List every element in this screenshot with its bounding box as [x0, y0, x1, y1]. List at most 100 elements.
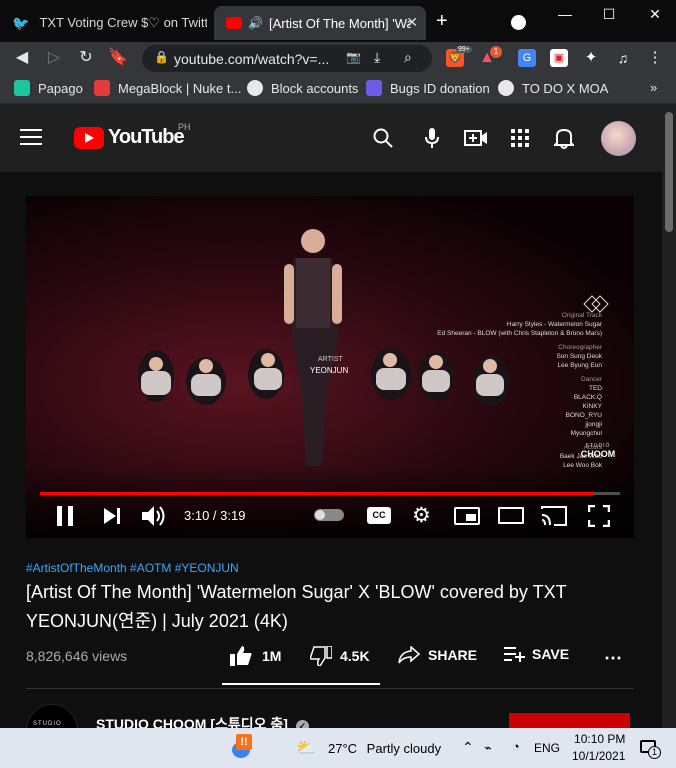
save-button[interactable]: SAVE: [504, 646, 569, 662]
hamburger-menu-icon[interactable]: [20, 129, 42, 145]
translate-icon[interactable]: G: [518, 49, 536, 67]
save-label: SAVE: [532, 646, 570, 662]
close-tab-icon[interactable]: ✕: [406, 14, 418, 31]
credit-heading: Dancer: [581, 376, 602, 383]
list-icon: [366, 80, 382, 96]
minimize-icon[interactable]: —: [550, 6, 580, 28]
browser-toolbar: ◀ ▷ ↻ 🔖 🔒 youtube.com/watch?v=... 📷 ⤓ ⌕ …: [0, 42, 676, 74]
clock-date: 10/1/2021: [572, 749, 626, 763]
theater-mode-icon[interactable]: [498, 507, 524, 524]
credit-line: KINKY: [582, 403, 602, 410]
install-icon[interactable]: ⤓: [374, 49, 380, 66]
scrollbar-thumb[interactable]: [665, 112, 673, 232]
bookmark-icon[interactable]: 🔖: [108, 48, 128, 68]
megablock-icon: [94, 80, 110, 96]
zoom-icon[interactable]: ⌕: [404, 49, 412, 66]
bookmark-papago[interactable]: Papago: [14, 80, 83, 96]
credit-line: TED: [589, 385, 602, 392]
windows-taskbar: !! ⛅ 27°C Partly cloudy ⌃ ⌁ ◔ ENG 10:10 …: [0, 728, 676, 768]
autoplay-toggle[interactable]: [314, 509, 344, 521]
wifi-icon[interactable]: ◔: [512, 739, 520, 754]
language-indicator[interactable]: ENG: [534, 741, 560, 755]
taskbar-app-icon[interactable]: !!: [228, 734, 254, 760]
overlay-artist-name: YEONJUN: [310, 366, 349, 375]
credit-line: BONO_RYU: [565, 412, 602, 419]
watermark-bottom: CHOOM: [580, 449, 616, 459]
url-text[interactable]: youtube.com/watch?v=...: [174, 51, 329, 67]
video-player[interactable]: ARTIST YEONJUN Original Track Harry Style…: [26, 196, 634, 538]
youtube-header: YouTube PH: [0, 104, 662, 172]
credit-line: Lee Byung Eun: [557, 362, 602, 369]
bookmarks-overflow-icon[interactable]: »: [650, 80, 657, 95]
tab-youtube[interactable]: 🔊 [Artist Of The Month] 'Wa ✕: [214, 6, 426, 40]
next-video-icon[interactable]: [104, 508, 120, 529]
audio-playing-icon[interactable]: 🔊: [248, 16, 263, 30]
new-tab-button[interactable]: +: [436, 10, 448, 33]
weather-widget[interactable]: 27°C Partly cloudy: [328, 741, 441, 756]
globe-icon: [247, 80, 263, 96]
avatar[interactable]: [601, 121, 636, 156]
maximize-icon[interactable]: ☐: [594, 6, 624, 28]
youtube-logo[interactable]: YouTube: [74, 126, 185, 149]
create-video-icon[interactable]: [464, 130, 488, 151]
credit-line: Harry Styles - Watermelon Sugar: [506, 321, 602, 328]
bookmarks-bar: Papago MegaBlock | Nuke t... Block accou…: [0, 74, 676, 104]
media-control-icon[interactable]: ♫: [614, 49, 632, 67]
like-button[interactable]: 1M: [230, 646, 281, 666]
close-window-icon[interactable]: ✕: [640, 6, 670, 28]
menu-icon[interactable]: ⋮: [646, 49, 664, 67]
progress-fill: [40, 492, 594, 495]
page-scrollbar[interactable]: [662, 104, 676, 728]
captions-icon[interactable]: CC: [367, 507, 391, 524]
clock-time: 10:10 PM: [574, 732, 626, 746]
thumbs-down-icon: [309, 645, 333, 667]
volume-icon[interactable]: [142, 505, 166, 532]
credit-heading: Choreographer: [558, 344, 602, 351]
network-icon[interactable]: ⌁: [484, 740, 492, 756]
reload-icon[interactable]: ↻: [76, 48, 96, 68]
miniplayer-icon[interactable]: [454, 507, 480, 525]
bookmark-label: Block accounts: [271, 80, 359, 96]
youtube-play-icon: [74, 126, 104, 149]
tab-twitter[interactable]: 🐦 TXT Voting Crew $♡ on Twitter: ": [0, 6, 212, 40]
calendar-extension-icon[interactable]: ▣: [550, 49, 568, 67]
like-ratio-bar: [222, 683, 380, 685]
back-icon[interactable]: ◀: [12, 48, 32, 68]
share-label: SHARE: [428, 647, 478, 663]
more-actions-icon[interactable]: ⋯: [604, 648, 622, 669]
hashtags[interactable]: #ArtistOfTheMonth #AOTM #YEONJUN: [26, 561, 239, 575]
youtube-wordmark: YouTube: [108, 126, 185, 148]
credit-line: Son Sung Deuk: [556, 353, 602, 360]
bookmark-megablock[interactable]: MegaBlock | Nuke t...: [94, 80, 241, 96]
dislike-button[interactable]: 4.5K: [309, 645, 370, 667]
divider: [26, 688, 634, 689]
alert-badge: 1: [490, 46, 502, 58]
progress-bar[interactable]: [40, 492, 620, 495]
globe-icon: [498, 80, 514, 96]
pause-icon[interactable]: [56, 506, 74, 531]
notification-count: 1: [648, 746, 661, 759]
extensions-puzzle-icon[interactable]: ✦: [582, 49, 600, 67]
forward-icon[interactable]: ▷: [44, 48, 64, 68]
tab-search-icon[interactable]: [511, 15, 526, 30]
bookmark-block-accounts[interactable]: Block accounts: [247, 80, 358, 96]
thumbs-up-icon: [230, 646, 252, 666]
microphone-icon[interactable]: [425, 128, 439, 153]
address-bar[interactable]: 🔒 youtube.com/watch?v=... 📷 ⤓ ⌕: [142, 45, 432, 72]
notification-center-icon[interactable]: 1: [640, 738, 661, 759]
tab-title: TXT Voting Crew $♡ on Twitter: ": [39, 15, 208, 30]
settings-gear-icon[interactable]: ⚙: [412, 503, 431, 528]
bookmark-bugs-id[interactable]: Bugs ID donation: [366, 80, 490, 96]
channel-avatar-text: STUDIO: [33, 721, 62, 727]
search-icon[interactable]: [373, 128, 393, 153]
brave-badge: 99+: [456, 46, 472, 53]
bookmark-todo[interactable]: TO DO X MOA: [498, 80, 608, 96]
chevron-up-icon[interactable]: ⌃: [462, 739, 474, 756]
apps-grid-icon[interactable]: [511, 129, 529, 152]
cast-icon[interactable]: [540, 505, 568, 532]
fullscreen-icon[interactable]: [587, 504, 611, 532]
clock[interactable]: 10:10 PM 10/1/2021: [572, 732, 625, 763]
camera-blocked-icon[interactable]: 📷: [346, 50, 361, 64]
notifications-bell-icon[interactable]: [552, 127, 576, 154]
share-button[interactable]: SHARE: [398, 645, 478, 664]
